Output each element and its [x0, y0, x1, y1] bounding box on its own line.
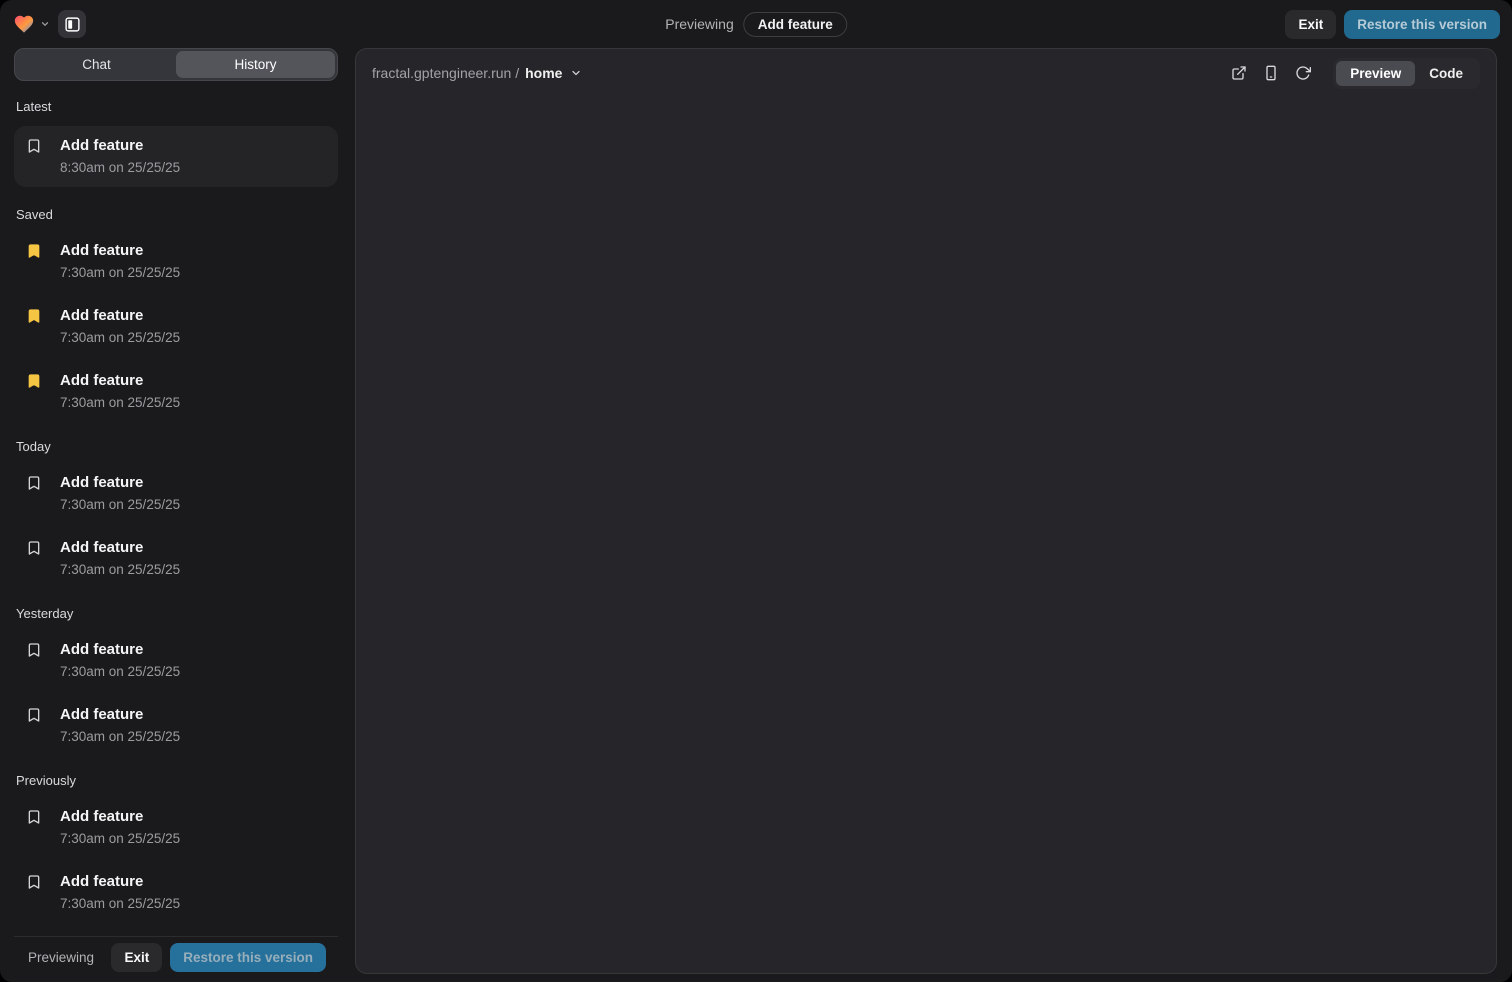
history-item[interactable]: Add feature 7:30am on 25/25/25	[14, 364, 338, 419]
history-item[interactable]: Add feature 7:30am on 25/25/25	[14, 800, 338, 855]
preview-toolbar: PreviewCode	[1225, 58, 1480, 89]
history-item-title: Add feature	[60, 371, 180, 391]
breadcrumb-page: home	[525, 65, 562, 81]
history-item[interactable]: Add feature 7:30am on 25/25/25	[14, 299, 338, 354]
restore-version-button[interactable]: Restore this version	[1344, 10, 1500, 39]
history-item-title: Add feature	[60, 473, 180, 493]
history-item-title: Add feature	[60, 241, 180, 261]
tab-chat[interactable]: Chat	[17, 51, 176, 78]
history-item[interactable]: Add feature 8:30am on 25/25/25	[14, 126, 338, 187]
smartphone-icon	[1263, 65, 1279, 81]
bookmark-icon[interactable]	[26, 138, 42, 154]
refresh-icon	[1295, 65, 1311, 81]
panel-left-icon	[64, 16, 81, 33]
history-item-text: Add feature 7:30am on 25/25/25	[60, 241, 180, 282]
history-item-timestamp: 7:30am on 25/25/25	[60, 496, 180, 514]
tab-history[interactable]: History	[176, 51, 335, 78]
history-list: Latest Add feature 8:30am on 25/25/25 Saved…	[14, 81, 338, 982]
breadcrumb-host: fractal.gptengineer.run /	[372, 65, 519, 81]
section-label-yesterday: Yesterday	[16, 606, 336, 621]
sidebar: ChatHistory Latest Add feature 8:30am on 2…	[14, 48, 338, 982]
history-item-timestamp: 7:30am on 25/25/25	[60, 663, 180, 681]
history-item[interactable]: Add feature 7:30am on 25/25/25	[14, 698, 338, 753]
brand-menu[interactable]	[12, 12, 50, 36]
bookmark-icon[interactable]	[26, 475, 42, 491]
history-item-timestamp: 7:30am on 25/25/25	[60, 264, 180, 282]
section-label-saved: Saved	[16, 207, 336, 222]
version-badge[interactable]: Add feature	[744, 12, 847, 37]
exit-button[interactable]: Exit	[1285, 10, 1336, 39]
history-item-text: Add feature 7:30am on 25/25/25	[60, 306, 180, 347]
bookmark-icon[interactable]	[26, 707, 42, 723]
history-item-title: Add feature	[60, 136, 180, 156]
history-item-timestamp: 7:30am on 25/25/25	[60, 561, 180, 579]
footer-previewing-label: Previewing	[28, 950, 94, 965]
section-label-today: Today	[16, 439, 336, 454]
bookmark-filled-icon[interactable]	[26, 243, 42, 259]
history-item-timestamp: 7:30am on 25/25/25	[60, 830, 180, 848]
bookmark-icon[interactable]	[26, 642, 42, 658]
history-item-title: Add feature	[60, 640, 180, 660]
bookmark-icon[interactable]	[26, 809, 42, 825]
history-item-timestamp: 7:30am on 25/25/25	[60, 895, 180, 913]
history-item[interactable]: Add feature 7:30am on 25/25/25	[14, 466, 338, 521]
history-item[interactable]: Add feature 7:30am on 25/25/25	[14, 865, 338, 920]
view-tab-code[interactable]: Code	[1415, 61, 1477, 86]
preview-viewport[interactable]	[356, 97, 1496, 973]
history-item-text: Add feature 7:30am on 25/25/25	[60, 473, 180, 514]
history-item-text: Add feature 8:30am on 25/25/25	[60, 136, 180, 177]
app-window: Previewing Add feature Exit Restore this…	[0, 0, 1512, 982]
history-item-timestamp: 7:30am on 25/25/25	[60, 394, 180, 412]
section-label-latest: Latest	[16, 99, 336, 114]
lovable-heart-logo-icon[interactable]	[12, 12, 36, 36]
sidebar-toggle-button[interactable]	[58, 10, 86, 38]
mobile-view-button[interactable]	[1257, 59, 1285, 87]
history-item-text: Add feature 7:30am on 25/25/25	[60, 872, 180, 913]
bookmark-filled-icon[interactable]	[26, 373, 42, 389]
chevron-down-icon	[40, 19, 50, 29]
history-item-text: Add feature 7:30am on 25/25/25	[60, 705, 180, 746]
history-item-title: Add feature	[60, 807, 180, 827]
bookmark-icon[interactable]	[26, 540, 42, 556]
history-item[interactable]: Add feature 7:30am on 25/25/25	[14, 531, 338, 586]
chevron-down-icon	[570, 67, 582, 79]
history-item-title: Add feature	[60, 306, 180, 326]
history-item-text: Add feature 7:30am on 25/25/25	[60, 640, 180, 681]
preview-panel: fractal.gptengineer.run / home	[355, 48, 1497, 974]
breadcrumb[interactable]: fractal.gptengineer.run / home	[372, 65, 582, 81]
bookmark-icon[interactable]	[26, 874, 42, 890]
open-external-button[interactable]	[1225, 59, 1253, 87]
preview-status: Previewing Add feature	[665, 0, 847, 48]
topbar-actions: Exit Restore this version	[1285, 10, 1500, 39]
preview-panel-header: fractal.gptengineer.run / home	[356, 49, 1496, 97]
footer-actions: Exit Restore this version	[111, 943, 338, 972]
history-item-timestamp: 8:30am on 25/25/25	[60, 159, 180, 177]
history-item[interactable]: Add feature 7:30am on 25/25/25	[14, 633, 338, 688]
previewing-label: Previewing	[665, 16, 733, 32]
external-link-icon	[1231, 65, 1247, 81]
history-item-title: Add feature	[60, 872, 180, 892]
refresh-button[interactable]	[1289, 59, 1317, 87]
footer-restore-version-button[interactable]: Restore this version	[170, 943, 326, 972]
history-item[interactable]: Add feature 7:30am on 25/25/25	[14, 234, 338, 289]
history-item-timestamp: 7:30am on 25/25/25	[60, 329, 180, 347]
bookmark-filled-icon[interactable]	[26, 308, 42, 324]
history-item-title: Add feature	[60, 705, 180, 725]
view-tab-preview[interactable]: Preview	[1336, 61, 1415, 86]
history-item-text: Add feature 7:30am on 25/25/25	[60, 538, 180, 579]
topbar: Previewing Add feature Exit Restore this…	[0, 0, 1512, 48]
sidebar-footer: Previewing Exit Restore this version	[14, 936, 338, 982]
history-item-title: Add feature	[60, 538, 180, 558]
history-item-timestamp: 7:30am on 25/25/25	[60, 728, 180, 746]
preview-code-switch: PreviewCode	[1333, 58, 1480, 89]
footer-exit-button[interactable]: Exit	[111, 943, 162, 972]
history-item-text: Add feature 7:30am on 25/25/25	[60, 371, 180, 412]
history-item-text: Add feature 7:30am on 25/25/25	[60, 807, 180, 848]
chat-history-tab-switch: ChatHistory	[14, 48, 338, 81]
section-label-previously: Previously	[16, 773, 336, 788]
